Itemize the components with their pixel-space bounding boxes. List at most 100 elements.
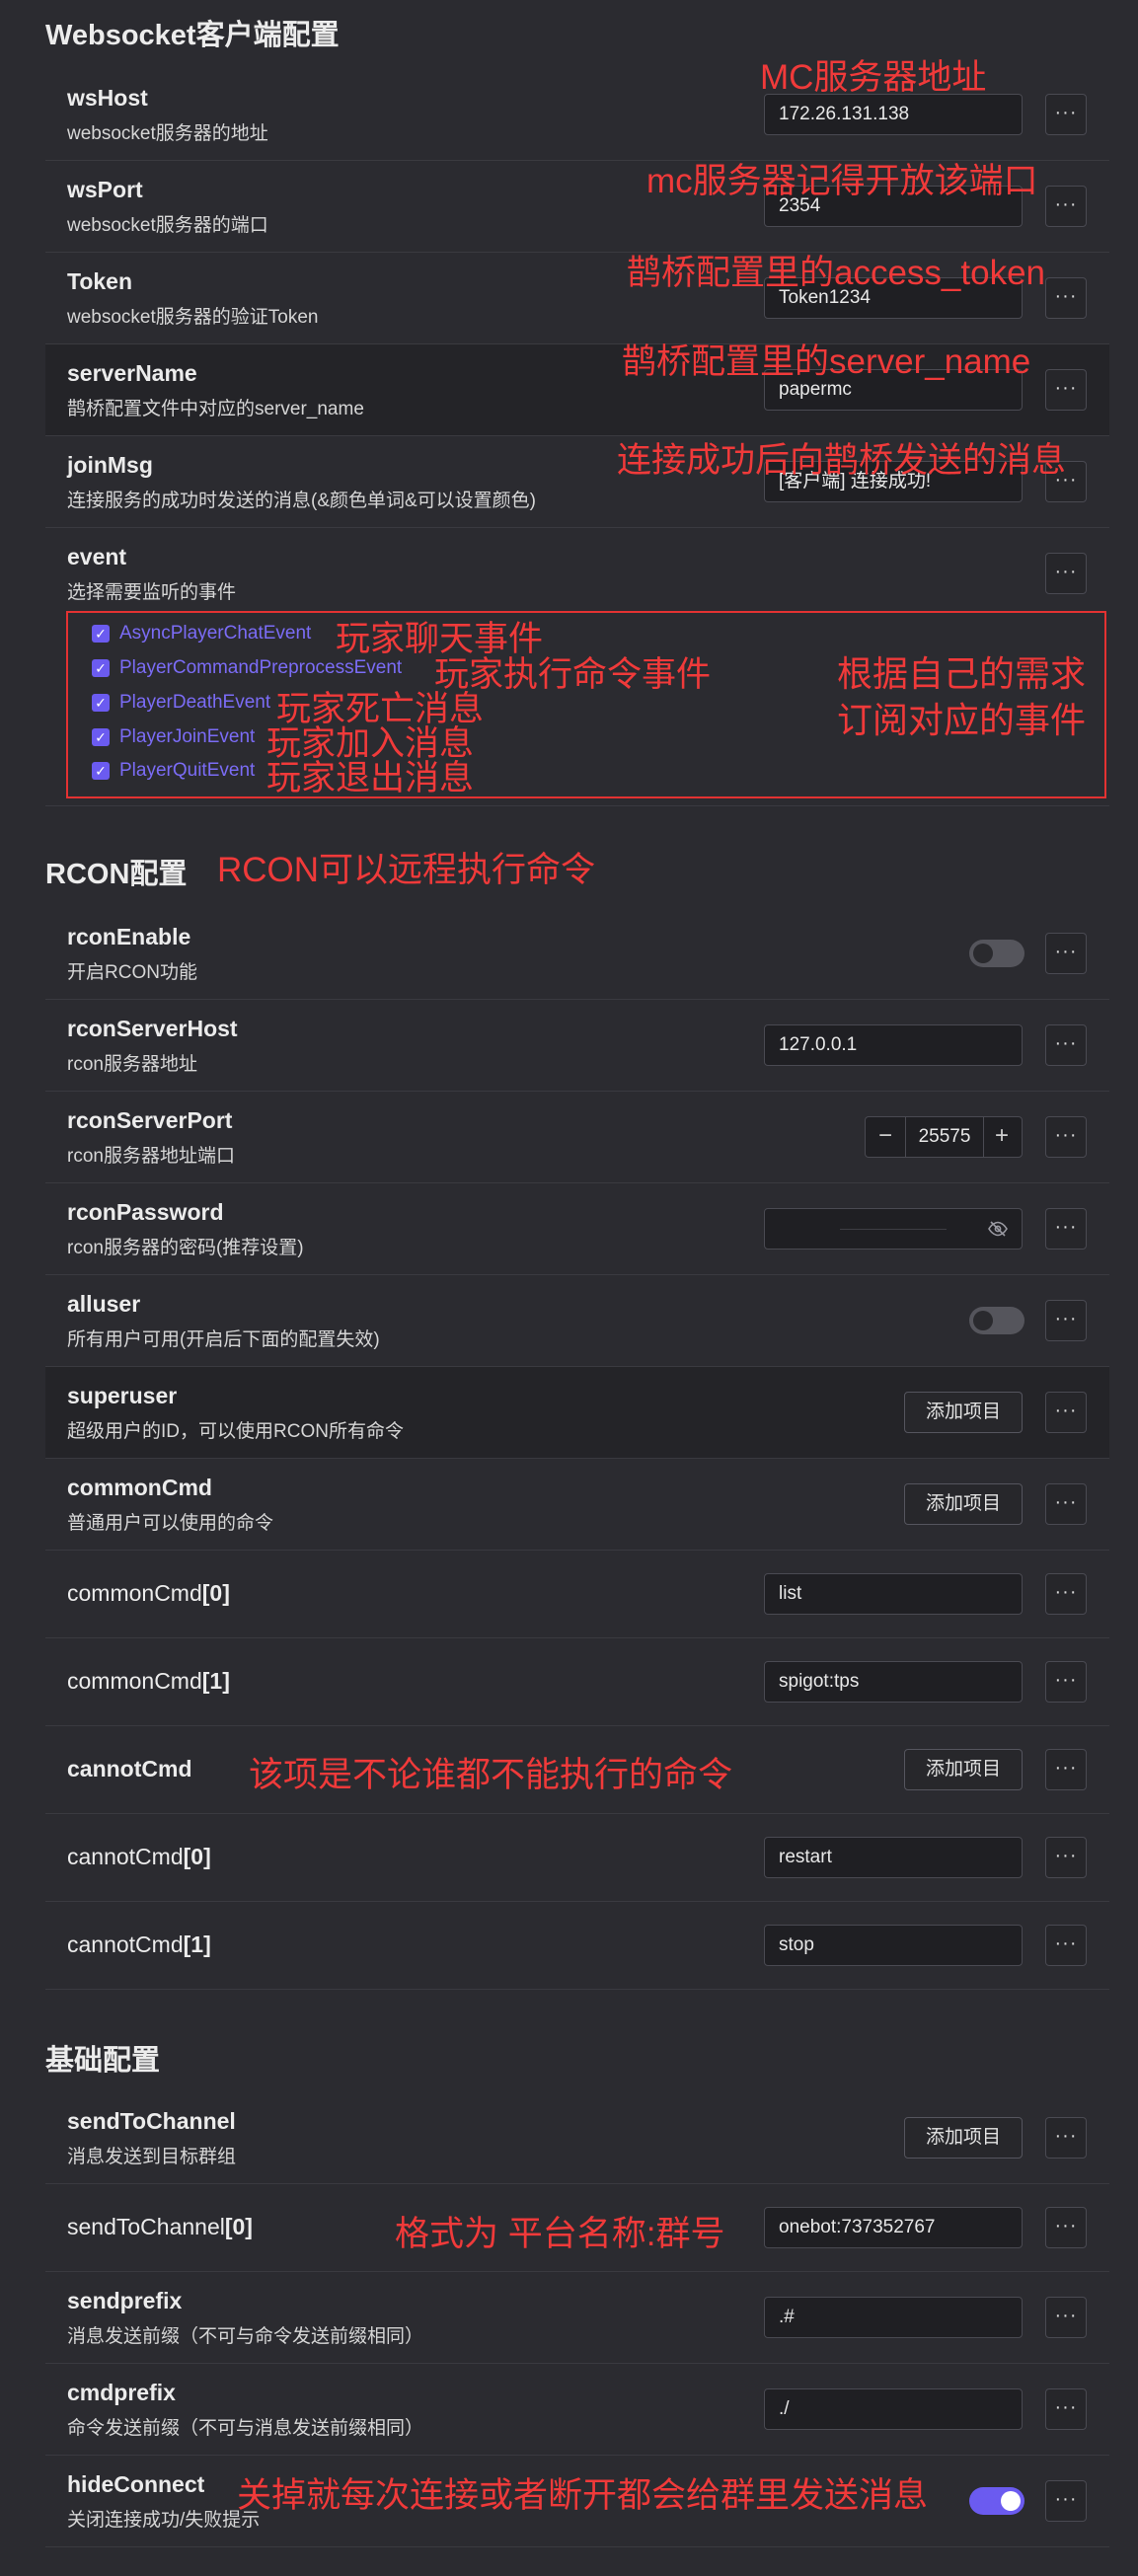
item-index: [0] (201, 1580, 230, 1606)
rconPassword-input[interactable] (764, 1208, 1023, 1250)
sendprefix-title: sendprefix (67, 2288, 183, 2313)
wsHost-more-button[interactable]: ··· (1045, 94, 1087, 135)
cmdprefix-title: cmdprefix (67, 2380, 176, 2405)
cannotCmd-add-button[interactable]: 添加项目 (904, 1749, 1023, 1790)
annotation-token: 鹊桥配置里的access_token (627, 254, 1046, 292)
rconEnable-more-button[interactable]: ··· (1045, 933, 1087, 974)
row-rconPassword: rconPassword rcon服务器的密码(推荐设置) ··· (45, 1183, 1109, 1275)
item-index: [0] (183, 1844, 211, 1869)
hideConnect-toggle[interactable] (969, 2487, 1024, 2515)
item-name: cannotCmd (67, 1844, 184, 1869)
rconPassword-more-button[interactable]: ··· (1045, 1208, 1087, 1250)
cannotCmd-title: cannotCmd (67, 1756, 192, 1781)
item-name: cannotCmd (67, 1932, 184, 1957)
event-item-label: PlayerDeathEvent (119, 692, 271, 713)
commonCmd-0-input[interactable]: list (764, 1573, 1023, 1615)
password-placeholder-line (840, 1229, 947, 1230)
rconServerHost-input[interactable]: 127.0.0.1 (764, 1024, 1023, 1066)
cannotCmd-more-button[interactable]: ··· (1045, 1749, 1087, 1790)
checkbox-checked-icon[interactable]: ✓ (92, 659, 110, 677)
rconServerPort-stepper: − 25575 + (865, 1116, 1023, 1158)
cannotCmd-1-label: cannotCmd[1] (67, 1932, 211, 1958)
decrement-button[interactable]: − (866, 1117, 905, 1157)
cmdprefix-input[interactable]: ./ (764, 2388, 1023, 2430)
sendprefix-input[interactable]: .# (764, 2297, 1023, 2338)
row-sendToChannel: sendToChannel 消息发送到目标群组 添加项目 ··· (45, 2092, 1109, 2184)
alluser-more-button[interactable]: ··· (1045, 1300, 1087, 1341)
row-cannotCmd-0: cannotCmd[0] restart ··· (45, 1814, 1109, 1902)
item-name: sendToChannel (67, 2214, 225, 2239)
checkbox-checked-icon[interactable]: ✓ (92, 728, 110, 746)
wsHost-title: wsHost (67, 85, 148, 111)
sendprefix-more-button[interactable]: ··· (1045, 2297, 1087, 2338)
serverName-title: serverName (67, 360, 197, 386)
superuser-title: superuser (67, 1383, 178, 1408)
sendToChannel-title: sendToChannel (67, 2108, 236, 2134)
joinMsg-desc: 连接服务的成功时发送的消息(&颜色单词&可以设置颜色) (67, 491, 537, 511)
rconServerPort-more-button[interactable]: ··· (1045, 1116, 1087, 1158)
commonCmd-0-label: commonCmd[0] (67, 1580, 230, 1607)
row-alluser: alluser 所有用户可用(开启后下面的配置失效) ··· (45, 1275, 1109, 1367)
cannotCmd-1-input[interactable]: stop (764, 1925, 1023, 1966)
commonCmd-title: commonCmd (67, 1475, 212, 1500)
superuser-add-button[interactable]: 添加项目 (904, 1392, 1023, 1433)
item-name: commonCmd (67, 1580, 202, 1606)
commonCmd-1-input[interactable]: spigot:tps (764, 1661, 1023, 1703)
rconServerHost-desc: rcon服务器地址 (67, 1054, 197, 1075)
token-title: Token (67, 268, 133, 294)
sendToChannel-0-input[interactable]: onebot:737352767 (764, 2207, 1023, 2248)
joinMsg-title: joinMsg (67, 452, 153, 478)
row-rconEnable: rconEnable 开启RCON功能 ··· (45, 908, 1109, 1000)
hideConnect-title: hideConnect (67, 2471, 205, 2497)
annotation-port: mc服务器记得开放该端口 (646, 162, 1038, 200)
toggle-knob (973, 1311, 993, 1330)
eye-off-icon[interactable] (988, 1220, 1008, 1238)
alluser-toggle[interactable] (969, 1307, 1024, 1334)
toggle-knob (1001, 2491, 1021, 2511)
annotation-rcon: RCON可以远程执行命令 (217, 851, 596, 889)
sendToChannel-0-more-button[interactable]: ··· (1045, 2207, 1087, 2248)
alluser-title: alluser (67, 1291, 141, 1317)
rconEnable-toggle[interactable] (969, 940, 1024, 967)
row-rconServerHost: rconServerHost rcon服务器地址 127.0.0.1 ··· (45, 1000, 1109, 1092)
rconServerPort-value[interactable]: 25575 (905, 1117, 984, 1157)
annotation-mc-address: MC服务器地址 (760, 58, 987, 97)
section-title-rcon: RCON配置 (45, 859, 188, 890)
commonCmd-0-more-button[interactable]: ··· (1045, 1573, 1087, 1615)
wsPort-title: wsPort (67, 177, 143, 202)
row-cannotCmd-1: cannotCmd[1] stop ··· (45, 1902, 1109, 1990)
increment-button[interactable]: + (982, 1117, 1022, 1157)
sendToChannel-more-button[interactable]: ··· (1045, 2117, 1087, 2159)
rconServerHost-more-button[interactable]: ··· (1045, 1024, 1087, 1066)
cannotCmd-0-input[interactable]: restart (764, 1837, 1023, 1878)
token-more-button[interactable]: ··· (1045, 277, 1087, 319)
checkbox-checked-icon[interactable]: ✓ (92, 694, 110, 712)
wsPort-more-button[interactable]: ··· (1045, 186, 1087, 227)
checkbox-checked-icon[interactable]: ✓ (92, 762, 110, 780)
row-commonCmd: commonCmd 普通用户可以使用的命令 添加项目 ··· (45, 1459, 1109, 1551)
annotation-cannot-cmd: 该项是不论谁都不能执行的命令 (249, 1756, 733, 1794)
commonCmd-more-button[interactable]: ··· (1045, 1483, 1087, 1525)
wsHost-input[interactable]: 172.26.131.138 (764, 94, 1023, 135)
item-index: [1] (183, 1932, 211, 1957)
cmdprefix-desc: 命令发送前缀（不可与消息发送前缀相同） (67, 2418, 424, 2439)
superuser-more-button[interactable]: ··· (1045, 1392, 1087, 1433)
cmdprefix-more-button[interactable]: ··· (1045, 2388, 1087, 2430)
serverName-more-button[interactable]: ··· (1045, 369, 1087, 411)
sendToChannel-add-button[interactable]: 添加项目 (904, 2117, 1023, 2159)
hideConnect-more-button[interactable]: ··· (1045, 2480, 1087, 2522)
commonCmd-add-button[interactable]: 添加项目 (904, 1483, 1023, 1525)
event-item-label: PlayerQuitEvent (119, 760, 256, 781)
row-sendprefix: sendprefix 消息发送前缀（不可与命令发送前缀相同） .# ··· (45, 2272, 1109, 2364)
token-desc: websocket服务器的验证Token (67, 307, 319, 328)
annotation-subscribe-1: 根据自己的需求 (837, 653, 1087, 694)
cannotCmd-0-more-button[interactable]: ··· (1045, 1837, 1087, 1878)
item-index: [0] (224, 2214, 253, 2239)
checkbox-checked-icon[interactable]: ✓ (92, 625, 110, 643)
annotation-hide-connect: 关掉就每次连接或者断开都会给群里发送消息 (237, 2476, 929, 2515)
commonCmd-1-more-button[interactable]: ··· (1045, 1661, 1087, 1703)
rconServerPort-desc: rcon服务器地址端口 (67, 1146, 235, 1167)
cannotCmd-1-more-button[interactable]: ··· (1045, 1925, 1087, 1966)
event-more-button[interactable]: ··· (1045, 553, 1087, 594)
sendprefix-desc: 消息发送前缀（不可与命令发送前缀相同） (67, 2326, 424, 2347)
